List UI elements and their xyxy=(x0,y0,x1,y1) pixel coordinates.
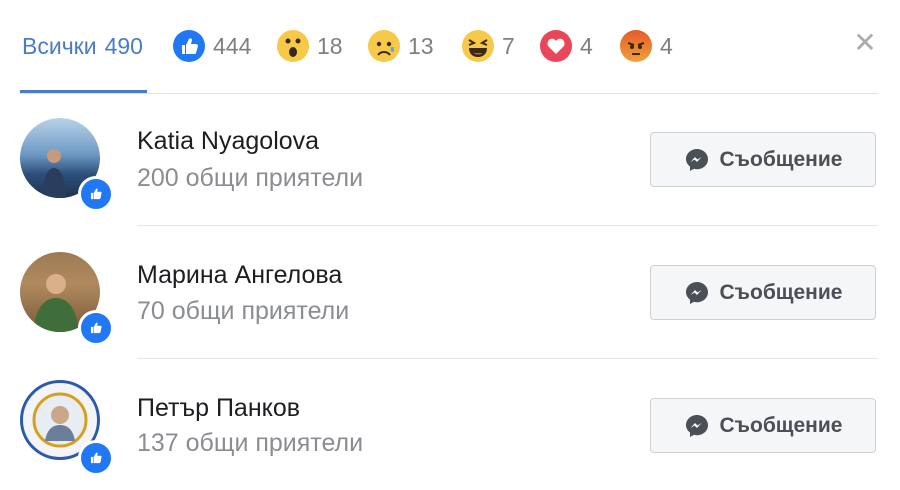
like-reaction-icon xyxy=(173,30,205,62)
tab-all[interactable]: Всички 490 xyxy=(22,26,143,66)
tab-wow[interactable]: 18 xyxy=(277,26,343,66)
like-badge-icon xyxy=(78,310,114,346)
person-name[interactable]: Марина Ангелова xyxy=(137,261,342,290)
list-item: Петър Панков 137 общи приятели Съобщение xyxy=(0,360,900,490)
love-reaction-icon xyxy=(540,30,572,62)
mutual-friends[interactable]: 70 общи приятели xyxy=(137,297,349,326)
like-badge-icon xyxy=(78,176,114,212)
tab-sad[interactable]: 13 xyxy=(368,26,434,66)
tab-wow-count: 18 xyxy=(317,32,343,59)
haha-reaction-icon xyxy=(462,30,494,62)
tab-all-label: Всички xyxy=(22,32,97,59)
message-button-label: Съобщение xyxy=(719,280,843,304)
list-item: Katia Nyagolova 200 общи приятели Съобще… xyxy=(0,94,900,226)
tab-like-count: 444 xyxy=(213,32,252,59)
person-name[interactable]: Петър Панков xyxy=(137,394,300,423)
tab-like[interactable]: 444 xyxy=(173,26,251,66)
message-button-label: Съобщение xyxy=(719,413,843,437)
tab-love-count: 4 xyxy=(580,32,593,59)
message-button[interactable]: Съобщение xyxy=(650,132,876,187)
tab-all-count: 490 xyxy=(104,32,143,59)
tab-sad-count: 13 xyxy=(408,32,434,59)
angry-reaction-icon xyxy=(620,30,652,62)
mutual-friends[interactable]: 200 общи приятели xyxy=(137,164,363,193)
messenger-icon xyxy=(685,281,708,304)
message-button[interactable]: Съобщение xyxy=(650,265,876,320)
mutual-friends[interactable]: 137 общи приятели xyxy=(137,429,363,458)
person-name[interactable]: Katia Nyagolova xyxy=(137,127,319,156)
like-badge-icon xyxy=(78,440,114,476)
tab-haha[interactable]: 7 xyxy=(462,26,515,66)
list-item: Марина Ангелова 70 общи приятели Съобщен… xyxy=(0,226,900,359)
sad-reaction-icon xyxy=(368,30,400,62)
tab-angry-count: 4 xyxy=(660,32,673,59)
reactions-tab-bar: Всички 490 444 18 13 7 4 4 xyxy=(0,0,900,94)
wow-reaction-icon xyxy=(277,30,309,62)
messenger-icon xyxy=(685,414,708,437)
messenger-icon xyxy=(685,148,708,171)
close-icon[interactable]: ✕ xyxy=(852,29,878,57)
row-divider xyxy=(137,358,878,359)
message-button[interactable]: Съобщение xyxy=(650,398,876,453)
tab-angry[interactable]: 4 xyxy=(620,26,673,66)
tab-love[interactable]: 4 xyxy=(540,26,593,66)
tab-haha-count: 7 xyxy=(502,32,515,59)
message-button-label: Съобщение xyxy=(719,147,843,171)
